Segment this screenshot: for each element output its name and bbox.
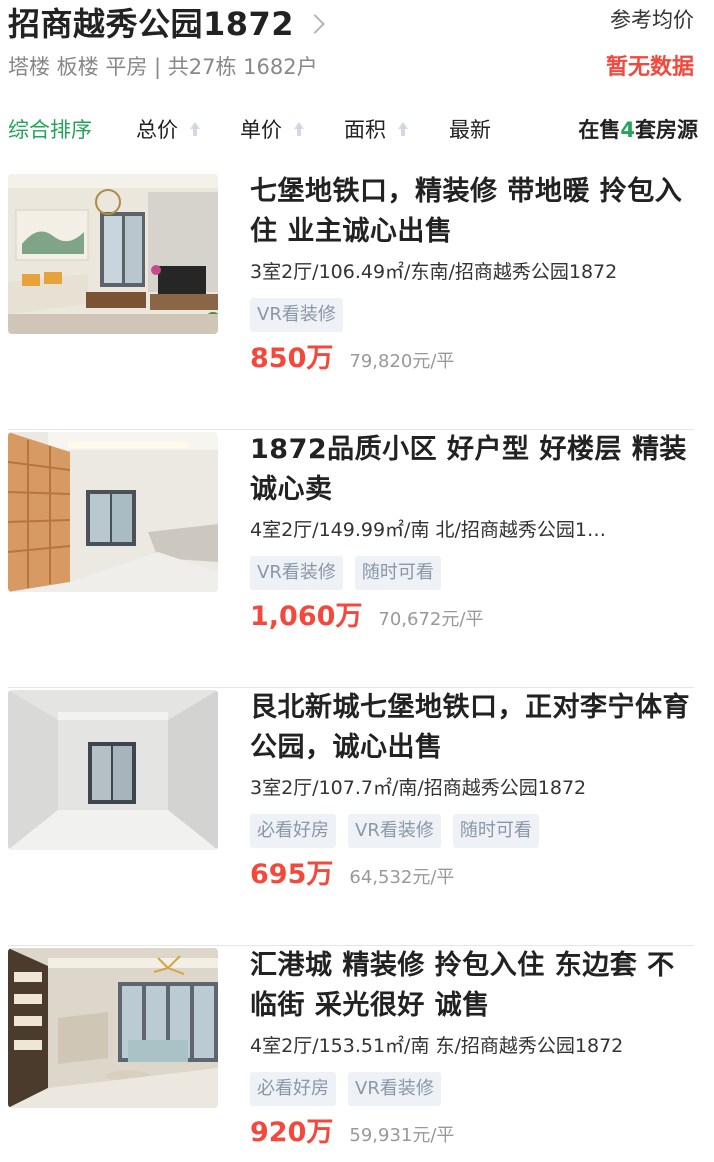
- listing-description: 4室2厅/153.51㎡/南 东/招商越秀公园1872: [250, 1035, 624, 1057]
- listing-unit-price: 64,532元/平: [349, 867, 455, 888]
- sort-newest-label: 最新: [449, 118, 491, 142]
- listing-title[interactable]: 七堡地铁口，精装修 带地暖 拎包入住 业主诚心出售: [250, 172, 694, 252]
- listing-description: 4室2厅/149.99㎡/南 北/招商越秀公园1…: [250, 519, 606, 541]
- listing-tags: 必看好房 VR看装修 随时可看: [250, 814, 694, 848]
- listing-card[interactable]: 1872品质小区 好户型 好楼层 精装诚心卖 4室2厅/149.99㎡/南 北/…: [8, 430, 694, 688]
- listing-tag: 必看好房: [250, 1072, 336, 1106]
- listing-title[interactable]: 汇港城 精装修 拎包入住 东边套 不临街 采光很好 诚售: [250, 946, 694, 1026]
- listing-total-price: 920万: [250, 1117, 334, 1148]
- listing-tag: VR看装修: [250, 298, 343, 332]
- listing-unit-price: 79,820元/平: [349, 351, 455, 372]
- listing-count-prefix: 在售: [578, 118, 621, 142]
- reference-price-value: 暂无数据: [605, 55, 694, 80]
- listing-title[interactable]: 艮北新城七堡地铁口，正对李宁体育公园，诚心出售: [250, 688, 694, 768]
- listing-tags: 必看好房 VR看装修: [250, 1072, 694, 1106]
- listing-photo[interactable]: [8, 690, 218, 850]
- sort-bar: 综合排序 总价 单价 面积 最新 在售4套房源: [8, 112, 698, 152]
- community-header: 招商越秀公园1872 塔楼 板楼 平房 | 共27栋 1682户 参考均价 暂无…: [8, 0, 706, 100]
- listing-title[interactable]: 1872品质小区 好户型 好楼层 精装诚心卖: [250, 430, 694, 510]
- listing-description: 3室2厅/107.7㎡/南/招商越秀公园1872: [250, 777, 587, 799]
- listing-count-suffix: 套房源: [635, 118, 698, 142]
- sort-area-label: 面积: [344, 118, 386, 142]
- listing-card[interactable]: 汇港城 精装修 拎包入住 东边套 不临街 采光很好 诚售 4室2厅/153.51…: [8, 946, 694, 1162]
- chevron-right-icon[interactable]: [305, 14, 325, 34]
- listing-unit-price: 70,672元/平: [378, 609, 484, 630]
- listing-tag: VR看装修: [348, 814, 441, 848]
- sort-arrow-icon: [292, 122, 306, 138]
- listing-card[interactable]: 七堡地铁口，精装修 带地暖 拎包入住 业主诚心出售 3室2厅/106.49㎡/东…: [8, 172, 694, 430]
- listing-card[interactable]: 艮北新城七堡地铁口，正对李宁体育公园，诚心出售 3室2厅/107.7㎡/南/招商…: [8, 688, 694, 946]
- sort-default-button[interactable]: 综合排序: [8, 112, 92, 148]
- listing-tags: VR看装修: [250, 298, 694, 332]
- listing-description: 3室2厅/106.49㎡/东南/招商越秀公园1872: [250, 261, 618, 283]
- sort-newest-button[interactable]: 最新: [449, 112, 491, 148]
- listing-total-price: 695万: [250, 859, 334, 890]
- listing-photo[interactable]: [8, 432, 218, 592]
- listing-total-price: 1,060万: [250, 601, 363, 632]
- listing-count: 在售4套房源: [578, 112, 698, 148]
- listing-photo[interactable]: [8, 174, 218, 334]
- listing-tag: 随时可看: [354, 556, 441, 590]
- listing-count-number: 4: [620, 118, 635, 142]
- community-title-link[interactable]: 招商越秀公园1872: [8, 4, 325, 44]
- listing-photo[interactable]: [8, 948, 218, 1108]
- sort-total-price-label: 总价: [136, 118, 178, 142]
- sort-arrow-icon: [396, 122, 410, 138]
- listing-tag: VR看装修: [250, 556, 343, 590]
- listing-tag: VR看装修: [348, 1072, 441, 1106]
- listing-unit-price: 59,931元/平: [349, 1125, 455, 1146]
- listing-tags: VR看装修 随时可看: [250, 556, 694, 590]
- sort-area-button[interactable]: 面积: [344, 112, 410, 148]
- sort-unit-price-label: 单价: [240, 118, 282, 142]
- sort-arrow-icon: [188, 122, 202, 138]
- community-subtitle: 塔楼 板楼 平房 | 共27栋 1682户: [8, 55, 318, 79]
- sort-default-label: 综合排序: [8, 118, 92, 142]
- listing-tag: 必看好房: [250, 814, 336, 848]
- reference-price-label: 参考均价: [610, 8, 694, 32]
- sort-unit-price-button[interactable]: 单价: [240, 112, 306, 148]
- listing-total-price: 850万: [250, 343, 334, 374]
- sort-total-price-button[interactable]: 总价: [136, 112, 202, 148]
- listing-tag: 随时可看: [452, 814, 539, 848]
- community-title[interactable]: 招商越秀公园1872: [8, 4, 294, 44]
